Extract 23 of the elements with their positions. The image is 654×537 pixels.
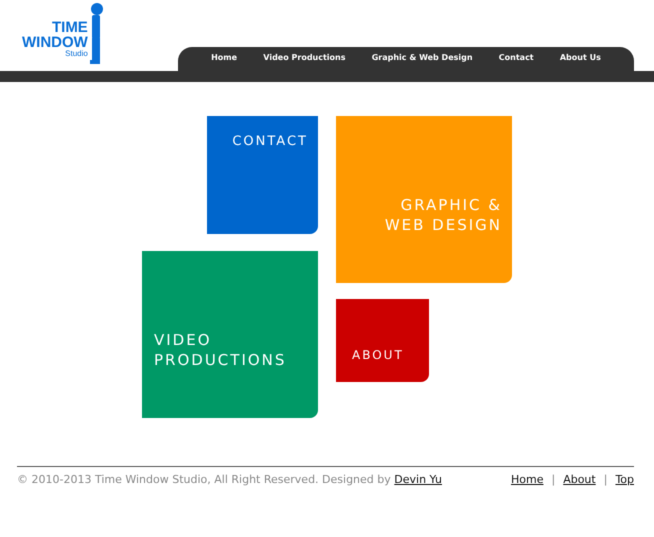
footer-link[interactable]: Top [615,473,634,486]
tile-label: GRAPHIC & WEB DESIGN [384,196,502,235]
nav-link[interactable]: Home [211,53,238,62]
logo-text: TIME [52,20,88,35]
tile-label: CONTACT [232,134,308,151]
nav-link[interactable]: Contact [498,53,534,62]
logo-text: WINDOW [22,35,88,50]
tile[interactable]: VIDEO PRODUCTIONS [142,251,318,418]
figure-icon [88,2,104,66]
tile-label: VIDEO PRODUCTIONS [154,331,288,370]
copyright-text: © 2010-2013 Time Window Studio, All Right Reserved. Designed by [17,473,391,486]
tile[interactable]: CONTACT [207,116,318,234]
footer-link[interactable]: About [563,473,596,486]
separator: | [604,473,608,486]
nav-link[interactable]: Graphic & Web Design [372,53,473,62]
tile[interactable]: ABOUT [336,299,429,382]
designer-link[interactable]: Devin Yu [394,473,442,486]
footer-link[interactable]: Home [510,473,544,486]
separator: | [551,473,556,486]
logo-text: Studio [65,50,88,58]
nav-link[interactable]: Video Productions [263,53,346,62]
tile-label: ABOUT [352,348,404,364]
nav-link[interactable]: About Us [560,53,601,62]
